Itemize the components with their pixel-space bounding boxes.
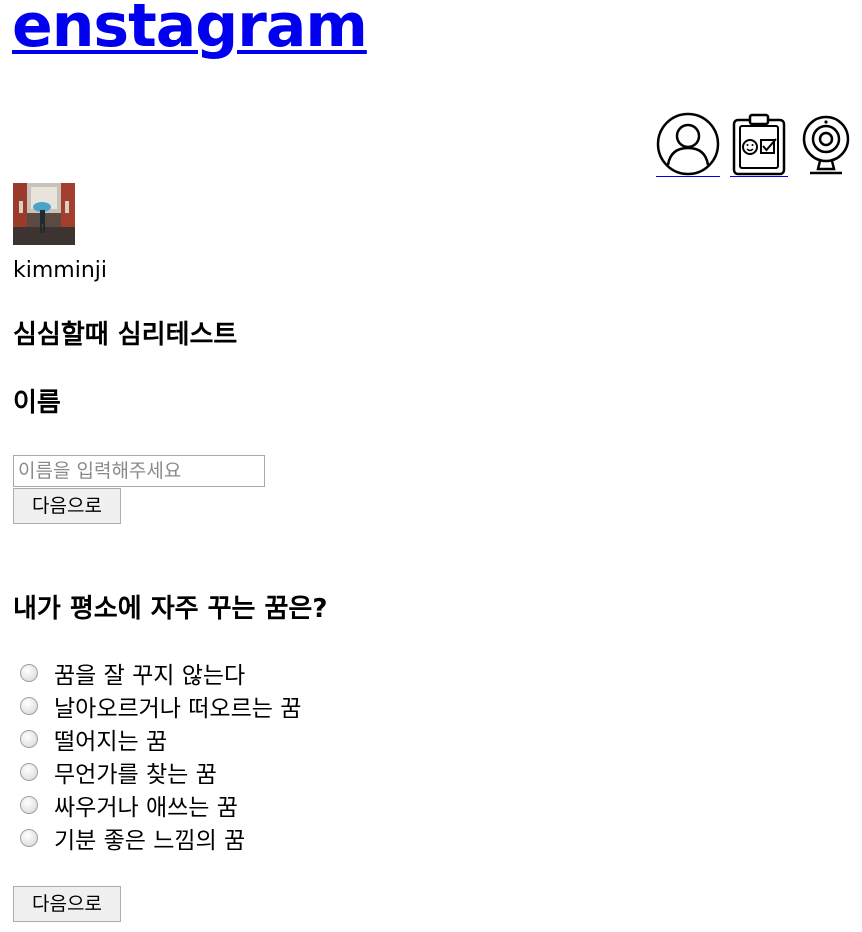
radio-button[interactable]	[20, 795, 38, 814]
username: kimminji	[13, 258, 107, 283]
quiz-question: 내가 평소에 자주 꾸는 꿈은?	[13, 594, 328, 624]
answer-option-label: 기분 좋은 느낌의 꿈	[54, 827, 246, 854]
answer-option[interactable]: 떨어지는 꿈	[20, 722, 301, 755]
answer-option-label: 꿈을 잘 꾸지 않는다	[54, 662, 246, 689]
radio-button[interactable]	[20, 729, 38, 748]
answer-option[interactable]: 무언가를 찾는 꿈	[20, 755, 301, 788]
answer-option-label: 무언가를 찾는 꿈	[54, 761, 217, 788]
top-icon-nav	[656, 112, 854, 177]
answer-option[interactable]: 싸우거나 애쓰는 꿈	[20, 788, 301, 821]
profile-photo	[13, 183, 75, 245]
profile-link[interactable]	[656, 112, 720, 177]
user-profile-icon	[656, 112, 720, 176]
answer-option-label: 떨어지는 꿈	[54, 728, 168, 755]
radio-button[interactable]	[20, 762, 38, 781]
profile-photo-image	[13, 183, 75, 245]
webcam-icon	[802, 115, 850, 175]
answer-option[interactable]: 꿈을 잘 꾸지 않는다	[20, 656, 301, 689]
radio-button[interactable]	[20, 663, 38, 682]
logo-link[interactable]: enstagram	[12, 0, 368, 62]
quiz-next-button[interactable]: 다음으로	[13, 886, 121, 922]
name-next-button[interactable]: 다음으로	[13, 488, 121, 524]
radio-button[interactable]	[20, 696, 38, 715]
answer-options: 꿈을 잘 꾸지 않는다 날아오르거나 떠오르는 꿈 떨어지는 꿈 무언가를 찾는…	[20, 656, 301, 854]
radio-button[interactable]	[20, 828, 38, 847]
answer-option[interactable]: 날아오르거나 떠오르는 꿈	[20, 689, 301, 722]
answer-option-label: 날아오르거나 떠오르는 꿈	[54, 695, 302, 722]
test-list-link[interactable]	[730, 112, 788, 177]
clipboard-check-icon	[732, 113, 786, 176]
page-title: 심심할때 심리테스트	[13, 320, 238, 350]
camera-link[interactable]	[798, 113, 854, 177]
answer-option[interactable]: 기분 좋은 느낌의 꿈	[20, 821, 301, 854]
name-heading: 이름	[13, 388, 61, 418]
answer-option-label: 싸우거나 애쓰는 꿈	[54, 794, 238, 821]
name-input[interactable]	[13, 455, 265, 487]
